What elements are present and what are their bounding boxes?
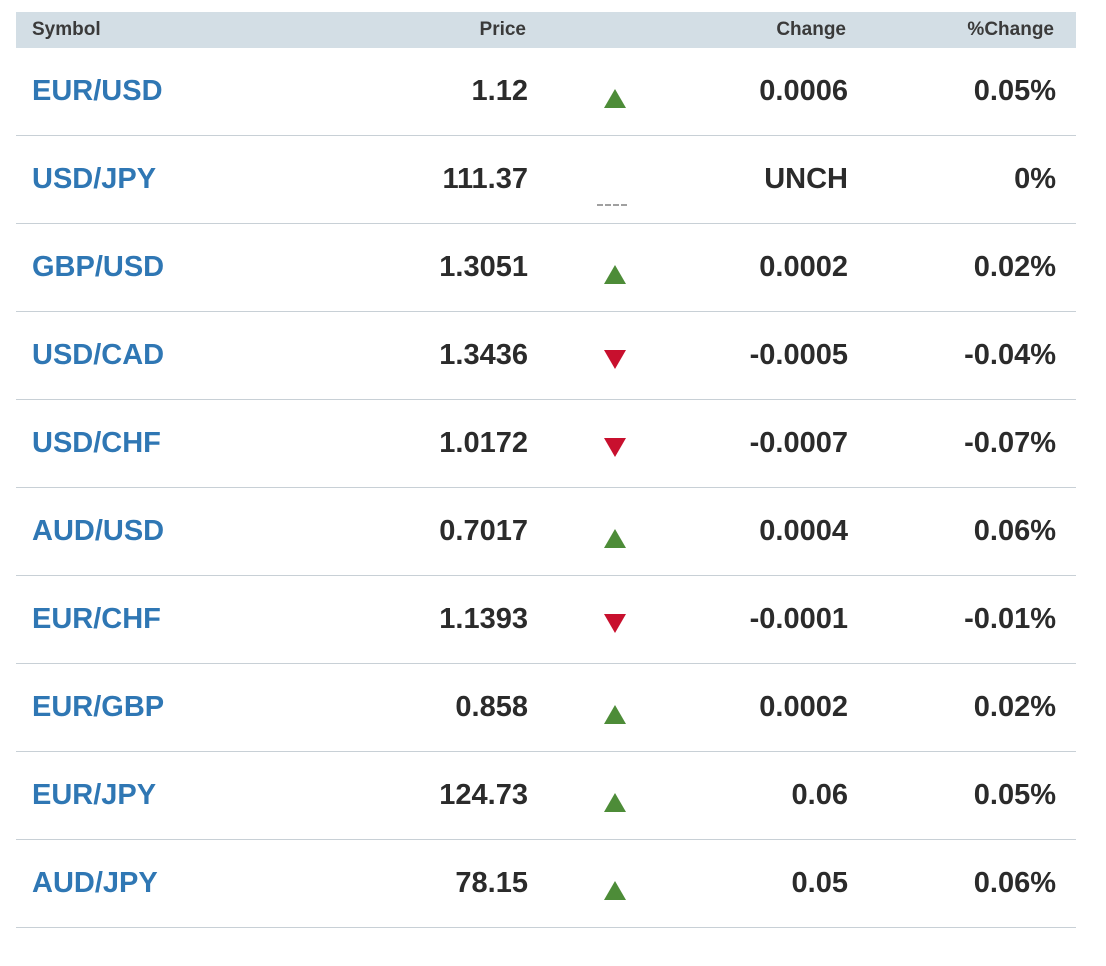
table-row: AUD/JPY 78.15 0.05 0.06% [16,840,1076,928]
price-value: 1.12 [471,75,528,107]
direction-indicator [597,136,628,223]
symbol-link[interactable]: USD/CHF [32,400,161,487]
symbol-link[interactable]: AUD/JPY [32,840,158,927]
direction-indicator [604,576,628,663]
symbol-link[interactable]: EUR/CHF [32,576,161,663]
triangle-up-icon [604,89,626,108]
symbol-link[interactable]: EUR/GBP [32,664,164,751]
symbol-link[interactable]: USD/CAD [32,312,164,399]
pct-change-value: 0.06% [973,867,1056,899]
change-value: 0.0004 [759,515,848,547]
table-row: EUR/JPY 124.73 0.06 0.05% [16,752,1076,840]
table-row: USD/CAD 1.3436 -0.0005 -0.04% [16,312,1076,400]
table-row: EUR/USD 1.12 0.0006 0.05% [16,48,1076,136]
pct-change-value: 0% [1014,163,1056,195]
pct-change-value: 0.02% [973,251,1056,283]
price-value: 1.0172 [439,427,528,459]
table-header: Symbol Price Change %Change [16,12,1076,48]
forex-quote-table: Symbol Price Change %Change EUR/USD 1.12… [16,12,1076,928]
price-value: 1.3051 [439,251,528,283]
table-row: EUR/GBP 0.858 0.0002 0.02% [16,664,1076,752]
direction-indicator [604,312,628,399]
direction-indicator [604,224,628,311]
triangle-up-icon [604,265,626,284]
change-value: UNCH [764,163,848,195]
symbol-link[interactable]: USD/JPY [32,136,156,223]
pct-change-value: 0.06% [973,515,1056,547]
symbol-link[interactable]: AUD/USD [32,488,164,575]
direction-indicator [604,488,628,575]
price-value: 0.858 [455,691,528,723]
symbol-link[interactable]: EUR/JPY [32,752,156,839]
table-row: EUR/CHF 1.1393 -0.0001 -0.01% [16,576,1076,664]
symbol-link[interactable]: GBP/USD [32,224,164,311]
table-row: USD/JPY 111.37 UNCH 0% [16,136,1076,224]
table-row: GBP/USD 1.3051 0.0002 0.02% [16,224,1076,312]
pct-change-value: 0.05% [973,779,1056,811]
price-value: 78.15 [455,867,528,899]
price-value: 124.73 [439,779,528,811]
triangle-up-icon [604,529,626,548]
direction-indicator [604,400,628,487]
table-row: AUD/USD 0.7017 0.0004 0.06% [16,488,1076,576]
change-value: -0.0001 [749,603,848,635]
price-value: 111.37 [442,163,529,195]
header-change[interactable]: Change [776,12,846,48]
direction-indicator [604,48,628,135]
triangle-down-icon [604,350,626,369]
dashes-icon [597,204,627,206]
price-value: 0.7017 [439,515,528,547]
header-symbol[interactable]: Symbol [32,12,101,48]
triangle-down-icon [604,438,626,457]
pct-change-value: -0.07% [964,427,1056,459]
pct-change-value: -0.01% [964,603,1056,635]
direction-indicator [604,664,628,751]
change-value: -0.0005 [749,339,848,371]
direction-indicator [604,752,628,839]
price-value: 1.3436 [439,339,528,371]
triangle-down-icon [604,614,626,633]
change-value: 0.0002 [759,251,848,283]
triangle-up-icon [604,705,626,724]
pct-change-value: -0.04% [964,339,1056,371]
triangle-up-icon [604,881,626,900]
triangle-up-icon [604,793,626,812]
change-value: -0.0007 [749,427,848,459]
price-value: 1.1393 [439,603,528,635]
change-value: 0.06 [791,779,848,811]
change-value: 0.05 [791,867,848,899]
change-value: 0.0006 [759,75,848,107]
pct-change-value: 0.02% [973,691,1056,723]
direction-indicator [604,840,628,927]
header-pct-change[interactable]: %Change [967,12,1054,48]
header-price[interactable]: Price [480,12,526,48]
table-row: USD/CHF 1.0172 -0.0007 -0.07% [16,400,1076,488]
change-value: 0.0002 [759,691,848,723]
pct-change-value: 0.05% [973,75,1056,107]
symbol-link[interactable]: EUR/USD [32,48,163,135]
